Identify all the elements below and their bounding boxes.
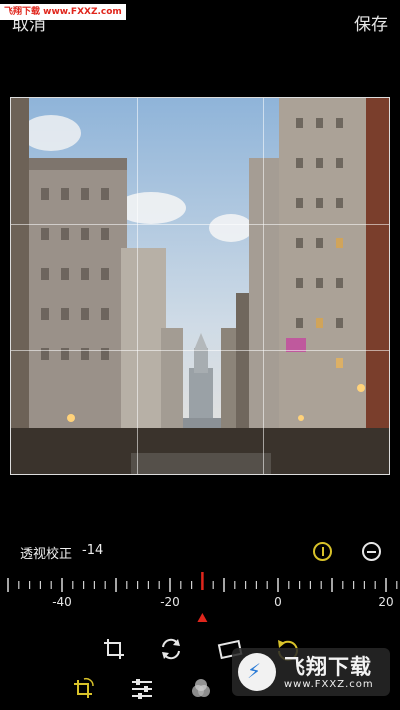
ruler-pointer-icon xyxy=(197,613,208,622)
crop-rotate-icon[interactable] xyxy=(70,676,96,702)
watermark-logo-icon xyxy=(238,653,276,691)
rotate-icon[interactable] xyxy=(158,636,184,662)
adjust-sliders-icon[interactable] xyxy=(129,676,155,702)
filter-icon[interactable] xyxy=(188,676,214,702)
top-watermark: 飞翔下载 www.FXXZ.com xyxy=(0,4,126,20)
grid-line-vertical-2 xyxy=(263,98,264,474)
adjustment-label: 透视校正 xyxy=(20,547,73,562)
city-street-photo xyxy=(11,98,389,474)
adjustment-value: -14 xyxy=(82,543,104,558)
grid-line-horizontal-2 xyxy=(11,350,389,351)
minus-circle-icon[interactable] xyxy=(362,542,381,561)
top-bar: 取消 保存 飞翔下载 www.FXXZ.com xyxy=(0,0,400,50)
watermark-url: www.FXXZ.com xyxy=(284,679,374,690)
grid-line-horizontal-1 xyxy=(11,224,389,225)
ruler-tick-label: -40 xyxy=(52,595,72,609)
info-icon[interactable] xyxy=(313,542,332,561)
ruler-scale: -40 -20 0 20 xyxy=(7,572,398,622)
adjustment-row: 透视校正 -14 xyxy=(0,535,400,569)
perspective-ruler-slider[interactable]: -40 -20 0 20 xyxy=(0,570,400,630)
ruler-tick-label: -20 xyxy=(160,595,180,609)
photo-canvas[interactable] xyxy=(10,97,390,475)
watermark-title: 飞翔下载 xyxy=(284,655,372,679)
crop-icon[interactable] xyxy=(101,636,127,662)
grid-line-vertical-1 xyxy=(137,98,138,474)
ruler-tick-label: 20 xyxy=(378,595,393,609)
site-watermark: 飞翔下载 www.FXXZ.com xyxy=(232,648,390,696)
save-button[interactable]: 保存 xyxy=(354,10,388,35)
ruler-tick-label: 0 xyxy=(274,595,282,609)
